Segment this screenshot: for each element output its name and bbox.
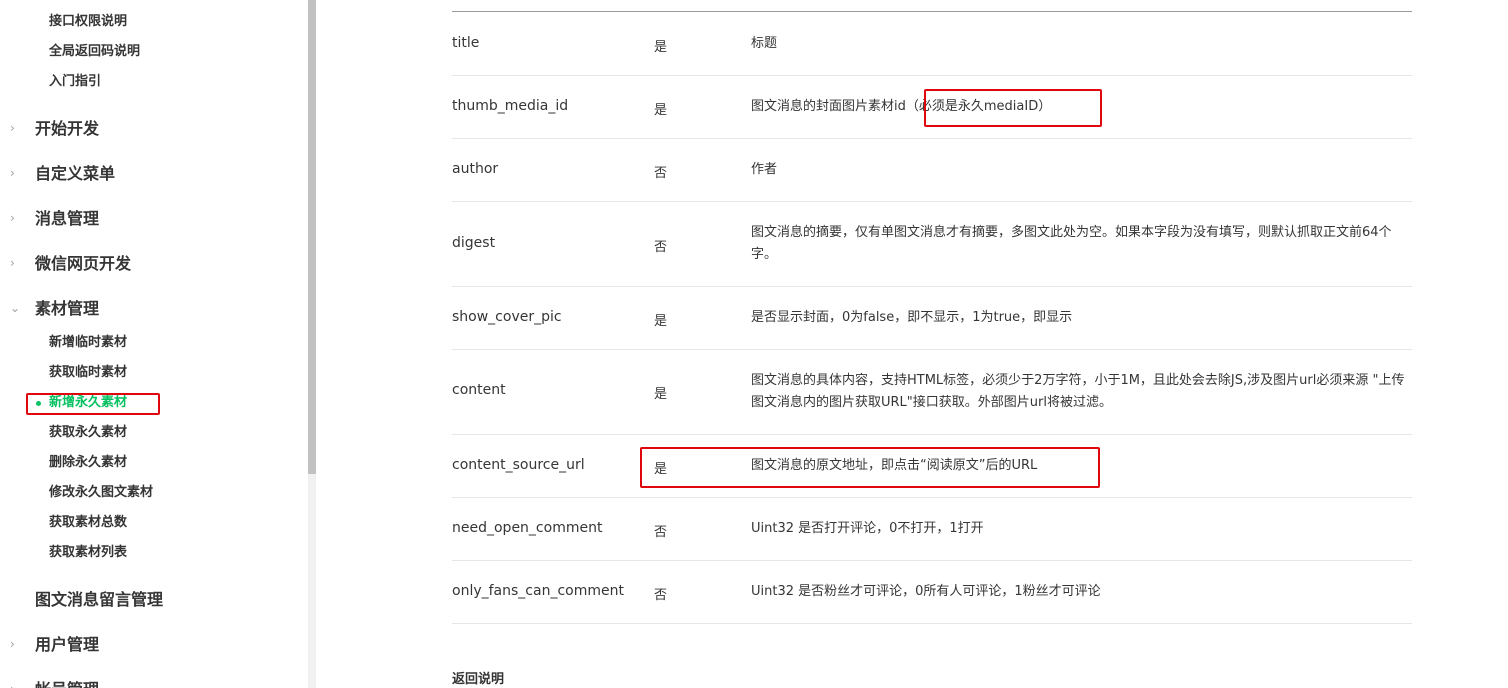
return-section-title: 返回说明 (452, 672, 505, 687)
sidebar-item-delete-permanent-material[interactable]: 删除永久素材 (49, 448, 127, 478)
sidebar-category-material-mgmt[interactable]: 素材管理 (35, 286, 99, 331)
param-required: 是 (654, 387, 668, 402)
sidebar-category-web-dev[interactable]: 微信网页开发 (35, 241, 131, 286)
sidebar-item-get-permanent-material[interactable]: 获取永久素材 (49, 418, 127, 448)
param-name: digest (452, 235, 496, 251)
table-row: need_open_comment 否 Uint32 是否打开评论，0不打开，1… (452, 498, 1412, 561)
param-name: author (452, 161, 499, 177)
chevron-right-icon: › (10, 121, 15, 135)
param-required: 是 (654, 40, 668, 55)
param-desc: Uint32 是否打开评论，0不打开，1打开 (751, 521, 984, 536)
chevron-right-icon: › (10, 256, 15, 270)
sidebar-item-material-list[interactable]: 获取素材列表 (49, 538, 127, 568)
param-required: 否 (654, 525, 668, 540)
table-row: show_cover_pic 是 是否显示封面，0为false，即不显示，1为t… (452, 287, 1412, 350)
param-name: need_open_comment (452, 520, 603, 536)
sidebar-category-start-dev[interactable]: 开始开发 (35, 106, 99, 151)
table-row: content 是 图文消息的具体内容，支持HTML标签，必须少于2万字符，小于… (452, 350, 1412, 435)
param-name: thumb_media_id (452, 98, 569, 114)
param-name: content_source_url (452, 457, 585, 473)
scrollbar-thumb[interactable] (308, 0, 316, 474)
param-required: 是 (654, 462, 668, 477)
param-name: title (452, 35, 480, 51)
param-name: only_fans_can_comment (452, 583, 624, 599)
chevron-right-icon: › (10, 166, 15, 180)
param-required: 否 (654, 166, 668, 181)
sidebar-item-edit-permanent-news[interactable]: 修改永久图文素材 (49, 478, 153, 508)
table-row: title 是 标题 (452, 12, 1412, 76)
sidebar-category-user-mgmt[interactable]: 用户管理 (35, 622, 99, 667)
sidebar-item-get-temp-material[interactable]: 获取临时素材 (49, 358, 127, 388)
sidebar-item-getting-started[interactable]: 入门指引 (49, 67, 101, 97)
sidebar-nav: 接口权限说明 全局返回码说明 入门指引 › 开始开发 › 自定义菜单 › 消息管… (0, 0, 308, 688)
param-desc: 作者 (751, 162, 778, 177)
table-row: digest 否 图文消息的摘要，仅有单图文消息才有摘要，多图文此处为空。如果本… (452, 202, 1412, 287)
param-name: show_cover_pic (452, 309, 562, 325)
table-row: author 否 作者 (452, 139, 1412, 202)
param-desc: 标题 (751, 36, 778, 51)
chevron-right-icon: › (10, 211, 15, 225)
sidebar-item-return-codes[interactable]: 全局返回码说明 (49, 37, 140, 67)
chevron-right-icon: › (10, 637, 15, 651)
sidebar-item-add-temp-material[interactable]: 新增临时素材 (49, 328, 127, 358)
param-required: 否 (654, 240, 668, 255)
table-row: thumb_media_id 是 图文消息的封面图片素材id（必须是永久medi… (452, 76, 1412, 139)
param-required: 是 (654, 103, 668, 118)
param-desc: Uint32 是否粉丝才可评论，0所有人可评论，1粉丝才可评论 (751, 584, 1101, 599)
sidebar-item-add-permanent-material[interactable]: 新增永久素材 (49, 388, 127, 418)
param-desc: 图文消息的封面图片素材id（必须是永久mediaID） (751, 99, 1052, 114)
param-name: content (452, 382, 506, 398)
param-required: 是 (654, 314, 668, 329)
sidebar-item-material-count[interactable]: 获取素材总数 (49, 508, 127, 538)
chevron-down-icon: ⌄ (10, 301, 21, 315)
table-row: only_fans_can_comment 否 Uint32 是否粉丝才可评论，… (452, 561, 1412, 624)
sidebar-item-api-permissions[interactable]: 接口权限说明 (49, 7, 127, 37)
param-desc: 是否显示封面，0为false，即不显示，1为true，即显示 (751, 310, 1073, 325)
param-desc: 图文消息的原文地址，即点击“阅读原文”后的URL (751, 458, 1038, 473)
param-required: 否 (654, 588, 668, 603)
param-desc: 图文消息的具体内容，支持HTML标签，必须少于2万字符，小于1M，且此处会去除J… (751, 373, 1405, 410)
param-desc: 图文消息的摘要，仅有单图文消息才有摘要，多图文此处为空。如果本字段为没有填写，则… (751, 225, 1392, 262)
table-row: content_source_url 是 图文消息的原文地址，即点击“阅读原文”… (452, 435, 1412, 498)
sidebar-category-account-mgmt[interactable]: 帐号管理 (35, 667, 99, 688)
sidebar-category-message-mgmt[interactable]: 消息管理 (35, 196, 99, 241)
sidebar-category-custom-menu[interactable]: 自定义菜单 (35, 151, 115, 196)
active-indicator-dot (36, 401, 41, 406)
sidebar-category-comment-mgmt[interactable]: 图文消息留言管理 (35, 577, 163, 622)
chevron-right-icon: › (10, 667, 15, 688)
